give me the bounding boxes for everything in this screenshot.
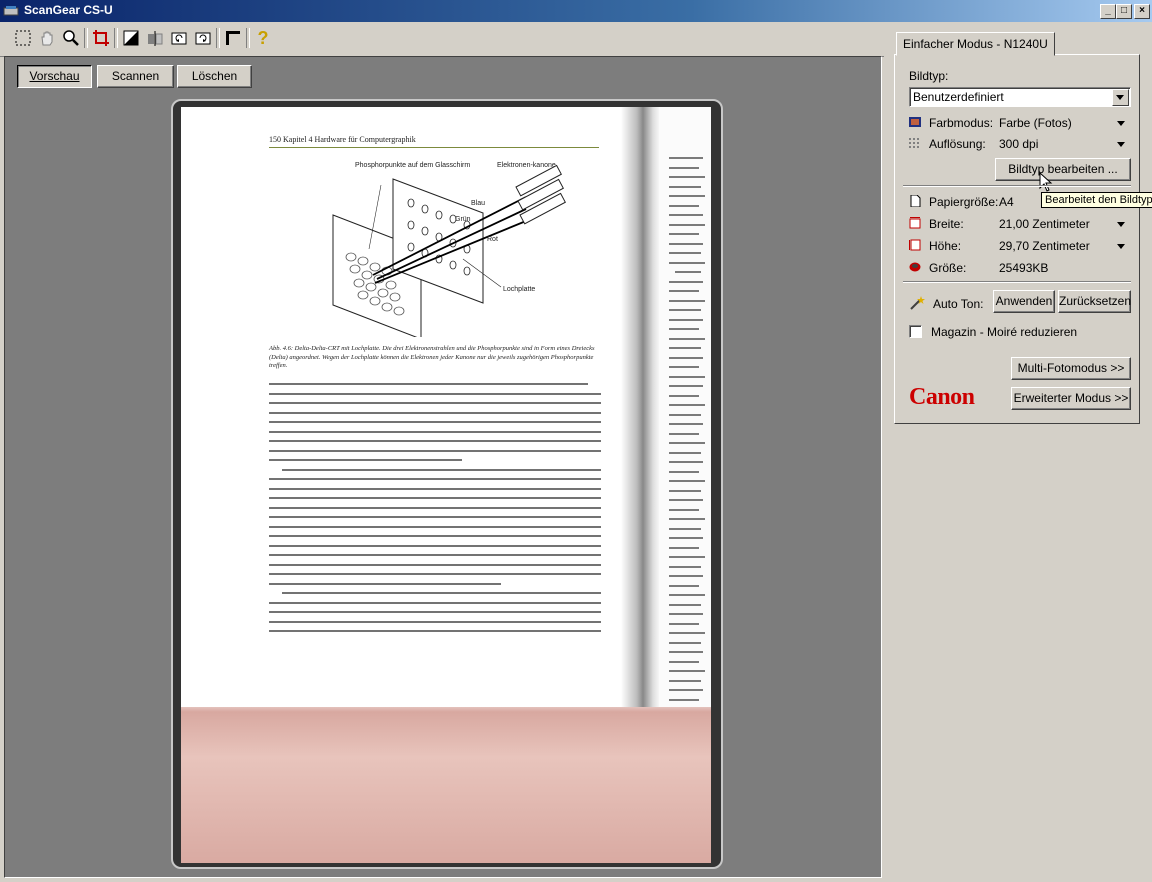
toolbar-separator <box>84 28 88 48</box>
paper-size-label: Papiergröße: <box>929 195 999 209</box>
magic-wand-icon <box>910 296 925 310</box>
preview-area[interactable]: Vorschau Scannen Löschen 150 Kapitel 4 H… <box>4 56 882 878</box>
auto-tone-label: Auto Ton: <box>933 297 984 311</box>
canon-logo: Canon <box>909 384 975 410</box>
scanned-page-right <box>659 107 711 707</box>
book-gutter-shadow <box>621 107 661 707</box>
diagram-label-mask: Lochplatte <box>503 286 535 293</box>
paper-size-value: A4 <box>999 195 1014 209</box>
diagram-label-guns: Elektronen-kanone <box>497 162 556 169</box>
diagram-label-green: Grün <box>455 216 471 223</box>
image-type-select[interactable]: Benutzerdefiniert <box>909 87 1131 107</box>
color-mode-value[interactable]: Farbe (Fotos) <box>999 116 1072 130</box>
toolbar-separator <box>246 28 250 48</box>
width-value[interactable]: 21,00 Zentimeter <box>999 217 1090 231</box>
paper-size-icon <box>910 195 921 207</box>
minimize-button[interactable]: _ <box>1100 4 1116 19</box>
reset-button[interactable]: Zurücksetzen <box>1058 290 1131 313</box>
scanned-image: 150 Kapitel 4 Hardware für Computergraph… <box>181 107 711 863</box>
diagram-label-phosphor: Phosphorpunkte auf dem Glasschirm <box>355 162 470 169</box>
settings-panel: Einfacher Modus - N1240U Bildtyp: Benutz… <box>884 22 1152 882</box>
zoom-icon[interactable] <box>60 27 82 49</box>
height-label: Höhe: <box>929 239 962 253</box>
color-mode-icon <box>909 117 921 127</box>
advanced-mode-button[interactable]: Erweiterter Modus >> <box>1011 387 1131 410</box>
image-type-value: Benutzerdefiniert <box>913 90 1004 104</box>
diagram-label-blue: Blau <box>471 200 485 207</box>
maximize-button[interactable]: □ <box>1116 4 1132 19</box>
color-mode-label: Farbmodus: <box>929 116 994 130</box>
tab-simple-mode[interactable]: Einfacher Modus - N1240U <box>896 32 1055 56</box>
width-dropdown-icon[interactable] <box>1117 222 1125 227</box>
width-icon <box>909 217 921 229</box>
invert-icon[interactable] <box>120 27 142 49</box>
toolbar-separator <box>114 28 118 48</box>
height-dropdown-icon[interactable] <box>1117 244 1125 249</box>
image-type-label: Bildtyp: <box>909 69 949 83</box>
scanned-page-left: 150 Kapitel 4 Hardware für Computergraph… <box>181 107 631 707</box>
apply-button[interactable]: Anwenden <box>993 290 1055 313</box>
figure-caption: Abb. 4.6: Delta-Delta-CRT mit Lochplatte… <box>269 345 595 369</box>
marquee-select-icon[interactable] <box>12 27 34 49</box>
panel-separator <box>903 185 1131 187</box>
moire-label: Magazin - Moiré reduzieren <box>931 325 1078 339</box>
chevron-down-icon <box>1116 95 1124 100</box>
resolution-dropdown-icon[interactable] <box>1117 142 1125 147</box>
crt-diagram: Phosphorpunkte auf dem Glasschirm Elektr… <box>332 162 566 337</box>
image-type-dropdown-button[interactable] <box>1112 89 1129 106</box>
width-label: Breite: <box>929 217 964 231</box>
rotate-right-icon[interactable] <box>192 27 214 49</box>
header-rule <box>269 147 599 148</box>
file-size-label: Größe: <box>929 261 967 275</box>
resolution-value[interactable]: 300 dpi <box>999 137 1038 151</box>
diagram-label-red: Rot <box>487 236 498 243</box>
hand-icon[interactable] <box>36 27 58 49</box>
resolution-label: Auflösung: <box>929 137 986 151</box>
toolbar-separator <box>216 28 220 48</box>
toolbar: ? <box>0 22 884 57</box>
file-size-icon <box>909 262 921 272</box>
ruler-icon[interactable] <box>222 27 244 49</box>
scanned-page-header: 150 Kapitel 4 Hardware für Computergraph… <box>269 135 416 144</box>
window-title: ScanGear CS-U <box>24 3 113 17</box>
multi-photo-mode-button[interactable]: Multi-Fotomodus >> <box>1011 357 1131 380</box>
resolution-icon <box>909 138 919 148</box>
moire-checkbox[interactable] <box>909 325 922 338</box>
edit-image-type-button[interactable]: Bildtyp bearbeiten ... <box>995 158 1131 181</box>
color-mode-dropdown-icon[interactable] <box>1117 121 1125 126</box>
panel-separator <box>903 281 1131 283</box>
crop-icon[interactable] <box>90 27 112 49</box>
delete-button-label: Löschen <box>191 69 238 83</box>
height-icon <box>909 239 921 251</box>
edit-image-type-tooltip: Bearbeitet den Bildtyp <box>1041 192 1152 208</box>
scan-button[interactable]: Scannen <box>97 65 174 88</box>
height-value[interactable]: 29,70 Zentimeter <box>999 239 1090 253</box>
rotate-left-icon[interactable] <box>168 27 190 49</box>
scangear-app-icon <box>3 6 19 16</box>
preview-button[interactable]: Vorschau <box>17 65 92 88</box>
scanned-body-text <box>269 383 601 640</box>
file-size-value: 25493KB <box>999 261 1049 275</box>
scan-button-label: Scannen <box>111 69 160 83</box>
title-bar: ScanGear CS-U _ □ × <box>0 0 1152 22</box>
delete-button[interactable]: Löschen <box>177 65 252 88</box>
close-button[interactable]: × <box>1134 4 1150 19</box>
mouse-cursor-icon <box>1039 172 1053 192</box>
mirror-icon[interactable] <box>144 27 166 49</box>
scan-preview-frame[interactable]: 150 Kapitel 4 Hardware für Computergraph… <box>171 99 723 869</box>
preview-button-label: Vorschau <box>29 69 80 83</box>
tab-panel-simple-mode: Bildtyp: Benutzerdefiniert Farbmodus: Fa… <box>894 54 1152 424</box>
help-icon[interactable]: ? <box>252 27 274 49</box>
